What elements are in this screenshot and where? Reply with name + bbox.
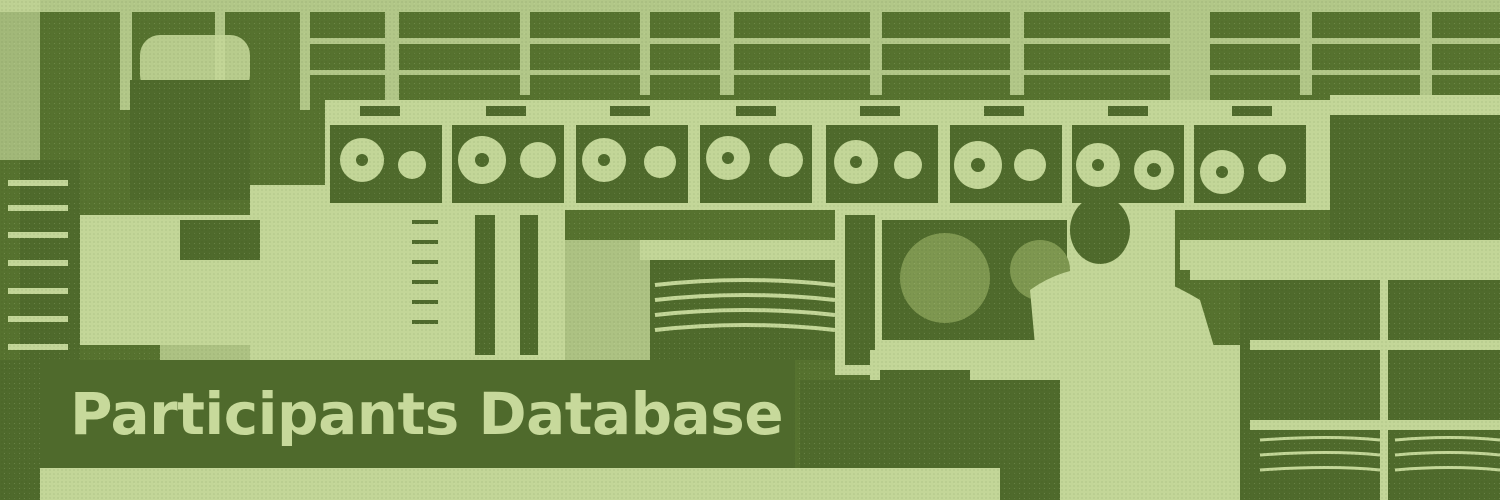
header-banner: Participants Database [0,0,1500,500]
page-title: Participants Database [70,380,784,448]
